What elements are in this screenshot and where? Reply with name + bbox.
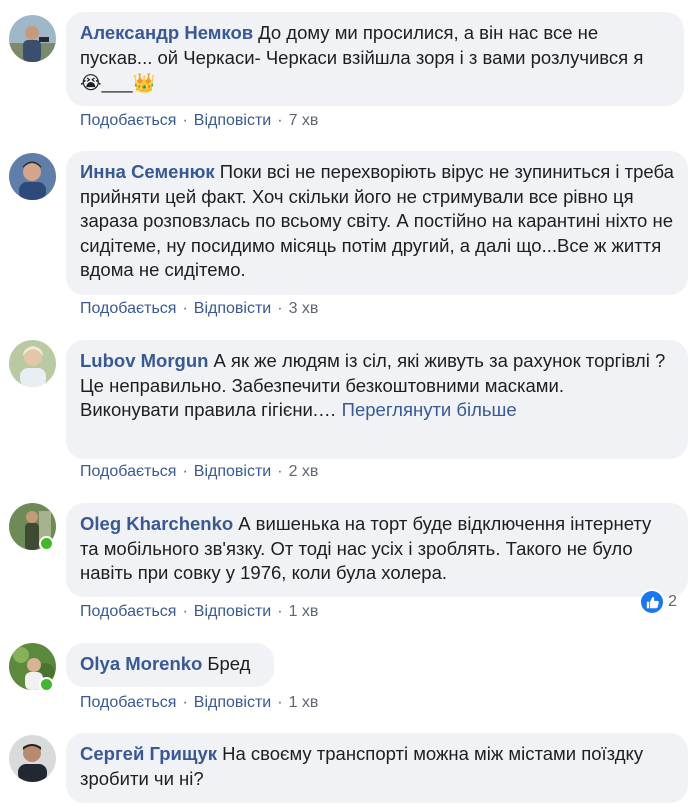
comment-bubble: Александр Немков До дому ми просилися, а … bbox=[66, 12, 684, 106]
reply-link[interactable]: Відповісти bbox=[194, 300, 271, 317]
avatar-photo-icon bbox=[9, 15, 56, 62]
comment-text: Бред bbox=[207, 653, 251, 674]
separator-dot: · bbox=[277, 300, 283, 317]
avatar[interactable] bbox=[9, 340, 56, 387]
comment-bubble: Oleg Kharchenko А вишенька на торт буде в… bbox=[66, 503, 688, 597]
comment-author[interactable]: Lubov Morgun bbox=[80, 350, 208, 371]
separator-dot: · bbox=[277, 603, 283, 620]
comment-text-line: Це неправильно. Забезпечити безкоштовним… bbox=[80, 374, 564, 396]
see-more-link[interactable]: Переглянути більше bbox=[342, 399, 517, 420]
comment-author[interactable]: Инна Семенюк bbox=[80, 161, 215, 182]
comment-actions: Подобається · Відповісти · 2 хв bbox=[80, 463, 318, 481]
separator-dot: · bbox=[182, 112, 188, 129]
comment-time[interactable]: 7 хв bbox=[289, 112, 319, 129]
comment-time[interactable]: 2 хв bbox=[289, 463, 319, 480]
separator-dot: · bbox=[277, 463, 283, 480]
avatar[interactable] bbox=[9, 735, 56, 782]
comment-time[interactable]: 1 хв bbox=[289, 603, 319, 620]
avatar-photo-icon bbox=[9, 340, 56, 387]
comment-actions: Подобається · Відповісти · 7 хв bbox=[80, 112, 318, 130]
comment-text-line: Виконувати правила гігієни.… bbox=[80, 399, 337, 420]
comment-author[interactable]: Сергей Грищук bbox=[80, 743, 217, 764]
online-status-indicator bbox=[39, 536, 54, 551]
avatar-photo-icon bbox=[9, 735, 56, 782]
separator-dot: · bbox=[277, 694, 283, 711]
separator-dot: · bbox=[182, 603, 188, 620]
comment-time[interactable]: 1 хв bbox=[289, 694, 319, 711]
avatar-photo-icon bbox=[9, 153, 56, 200]
reaction-summary[interactable]: 2 bbox=[641, 589, 677, 615]
comment-bubble: Olya Morenko Бред bbox=[66, 643, 274, 687]
like-link[interactable]: Подобається bbox=[80, 694, 176, 711]
comment-actions: Подобається · Відповісти · 1 хв bbox=[80, 694, 318, 712]
like-link[interactable]: Подобається bbox=[80, 463, 176, 480]
separator-dot: · bbox=[182, 463, 188, 480]
separator-dot: · bbox=[182, 300, 188, 317]
comment-text-line: А як же людям із сіл, які живуть за раху… bbox=[213, 350, 666, 371]
separator-dot: · bbox=[277, 112, 283, 129]
emoji-line: 😭___👑 bbox=[80, 71, 156, 93]
comment-bubble: Сергей Грищук На своєму транспорті можна … bbox=[66, 733, 688, 803]
separator-dot: · bbox=[182, 694, 188, 711]
comment-bubble: Lubov Morgun А як же людям із сіл, які жи… bbox=[66, 340, 688, 459]
comment-actions: Подобається · Відповісти · 1 хв bbox=[80, 603, 318, 621]
comment-author[interactable]: Александр Немков bbox=[80, 22, 253, 43]
comment-actions: Подобається · Відповісти · 3 хв bbox=[80, 300, 318, 318]
comment-author[interactable]: Olya Morenko bbox=[80, 653, 202, 674]
reaction-count: 2 bbox=[668, 593, 677, 610]
avatar[interactable] bbox=[9, 15, 56, 62]
avatar[interactable] bbox=[9, 153, 56, 200]
like-link[interactable]: Подобається bbox=[80, 112, 176, 129]
reply-link[interactable]: Відповісти bbox=[194, 112, 271, 129]
reply-link[interactable]: Відповісти bbox=[194, 694, 271, 711]
reply-link[interactable]: Відповісти bbox=[194, 603, 271, 620]
like-link[interactable]: Подобається bbox=[80, 300, 176, 317]
comment-time[interactable]: 3 хв bbox=[289, 300, 319, 317]
comment-bubble: Инна Семенюк Поки всі не перехворіють вір… bbox=[66, 151, 688, 295]
online-status-indicator bbox=[39, 677, 54, 692]
comment-author[interactable]: Oleg Kharchenko bbox=[80, 513, 233, 534]
like-link[interactable]: Подобається bbox=[80, 603, 176, 620]
thumbs-up-icon bbox=[641, 591, 663, 613]
reply-link[interactable]: Відповісти bbox=[194, 463, 271, 480]
